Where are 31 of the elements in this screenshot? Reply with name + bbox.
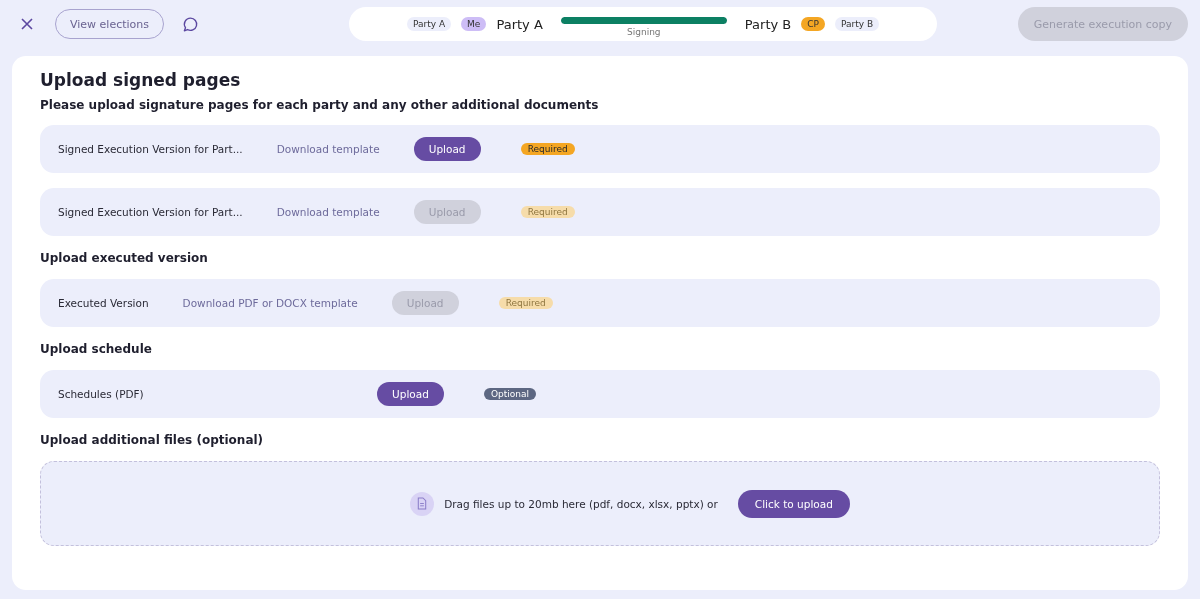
document-label: Signed Execution Version for Part...: [58, 143, 243, 155]
party-tag: Party A: [407, 17, 452, 31]
progress-status: Signing: [627, 27, 661, 37]
role-tag: CP: [801, 17, 825, 31]
party-name: Party B: [744, 16, 792, 32]
click-to-upload-button[interactable]: Click to upload: [737, 489, 850, 518]
upload-button[interactable]: Upload: [377, 382, 444, 406]
card-subtitle: Please upload signature pages for each party and any other additional documents: [40, 98, 600, 112]
document-label: Signed Execution Version for Part...: [58, 206, 243, 218]
download-template-link[interactable]: Download template: [276, 206, 380, 218]
section-heading: Upload schedule: [40, 342, 153, 356]
download-template-link[interactable]: Download template: [276, 143, 380, 155]
document-label: Schedules (PDF): [58, 388, 145, 400]
status-badge: Required: [520, 206, 575, 218]
party-name: Party A: [496, 16, 543, 32]
role-tag: Me: [461, 17, 487, 31]
close-button[interactable]: [20, 17, 34, 31]
upload-button[interactable]: Upload: [413, 137, 481, 161]
dropzone-text: Drag files up to 20mb here (pdf, docx, xlsx, pptx) or: [444, 497, 718, 510]
status-badge: Optional: [484, 388, 537, 400]
section-heading: Upload executed version: [40, 251, 209, 265]
document-label: Executed Version: [58, 297, 149, 309]
section-heading: Upload additional files (optional): [40, 433, 265, 447]
status-badge: Required: [520, 143, 575, 155]
document-icon: [410, 491, 435, 516]
chat-bubble-icon[interactable]: [182, 15, 200, 33]
status-badge: Required: [498, 297, 553, 309]
file-dropzone[interactable]: Drag files up to 20mb here (pdf, docx, xlsx, pptx) or Click to upload: [40, 461, 1160, 546]
download-template-link[interactable]: Download PDF or DOCX template: [182, 297, 358, 309]
party-tag: Party B: [834, 17, 880, 31]
card-title: Upload signed pages: [40, 70, 242, 90]
